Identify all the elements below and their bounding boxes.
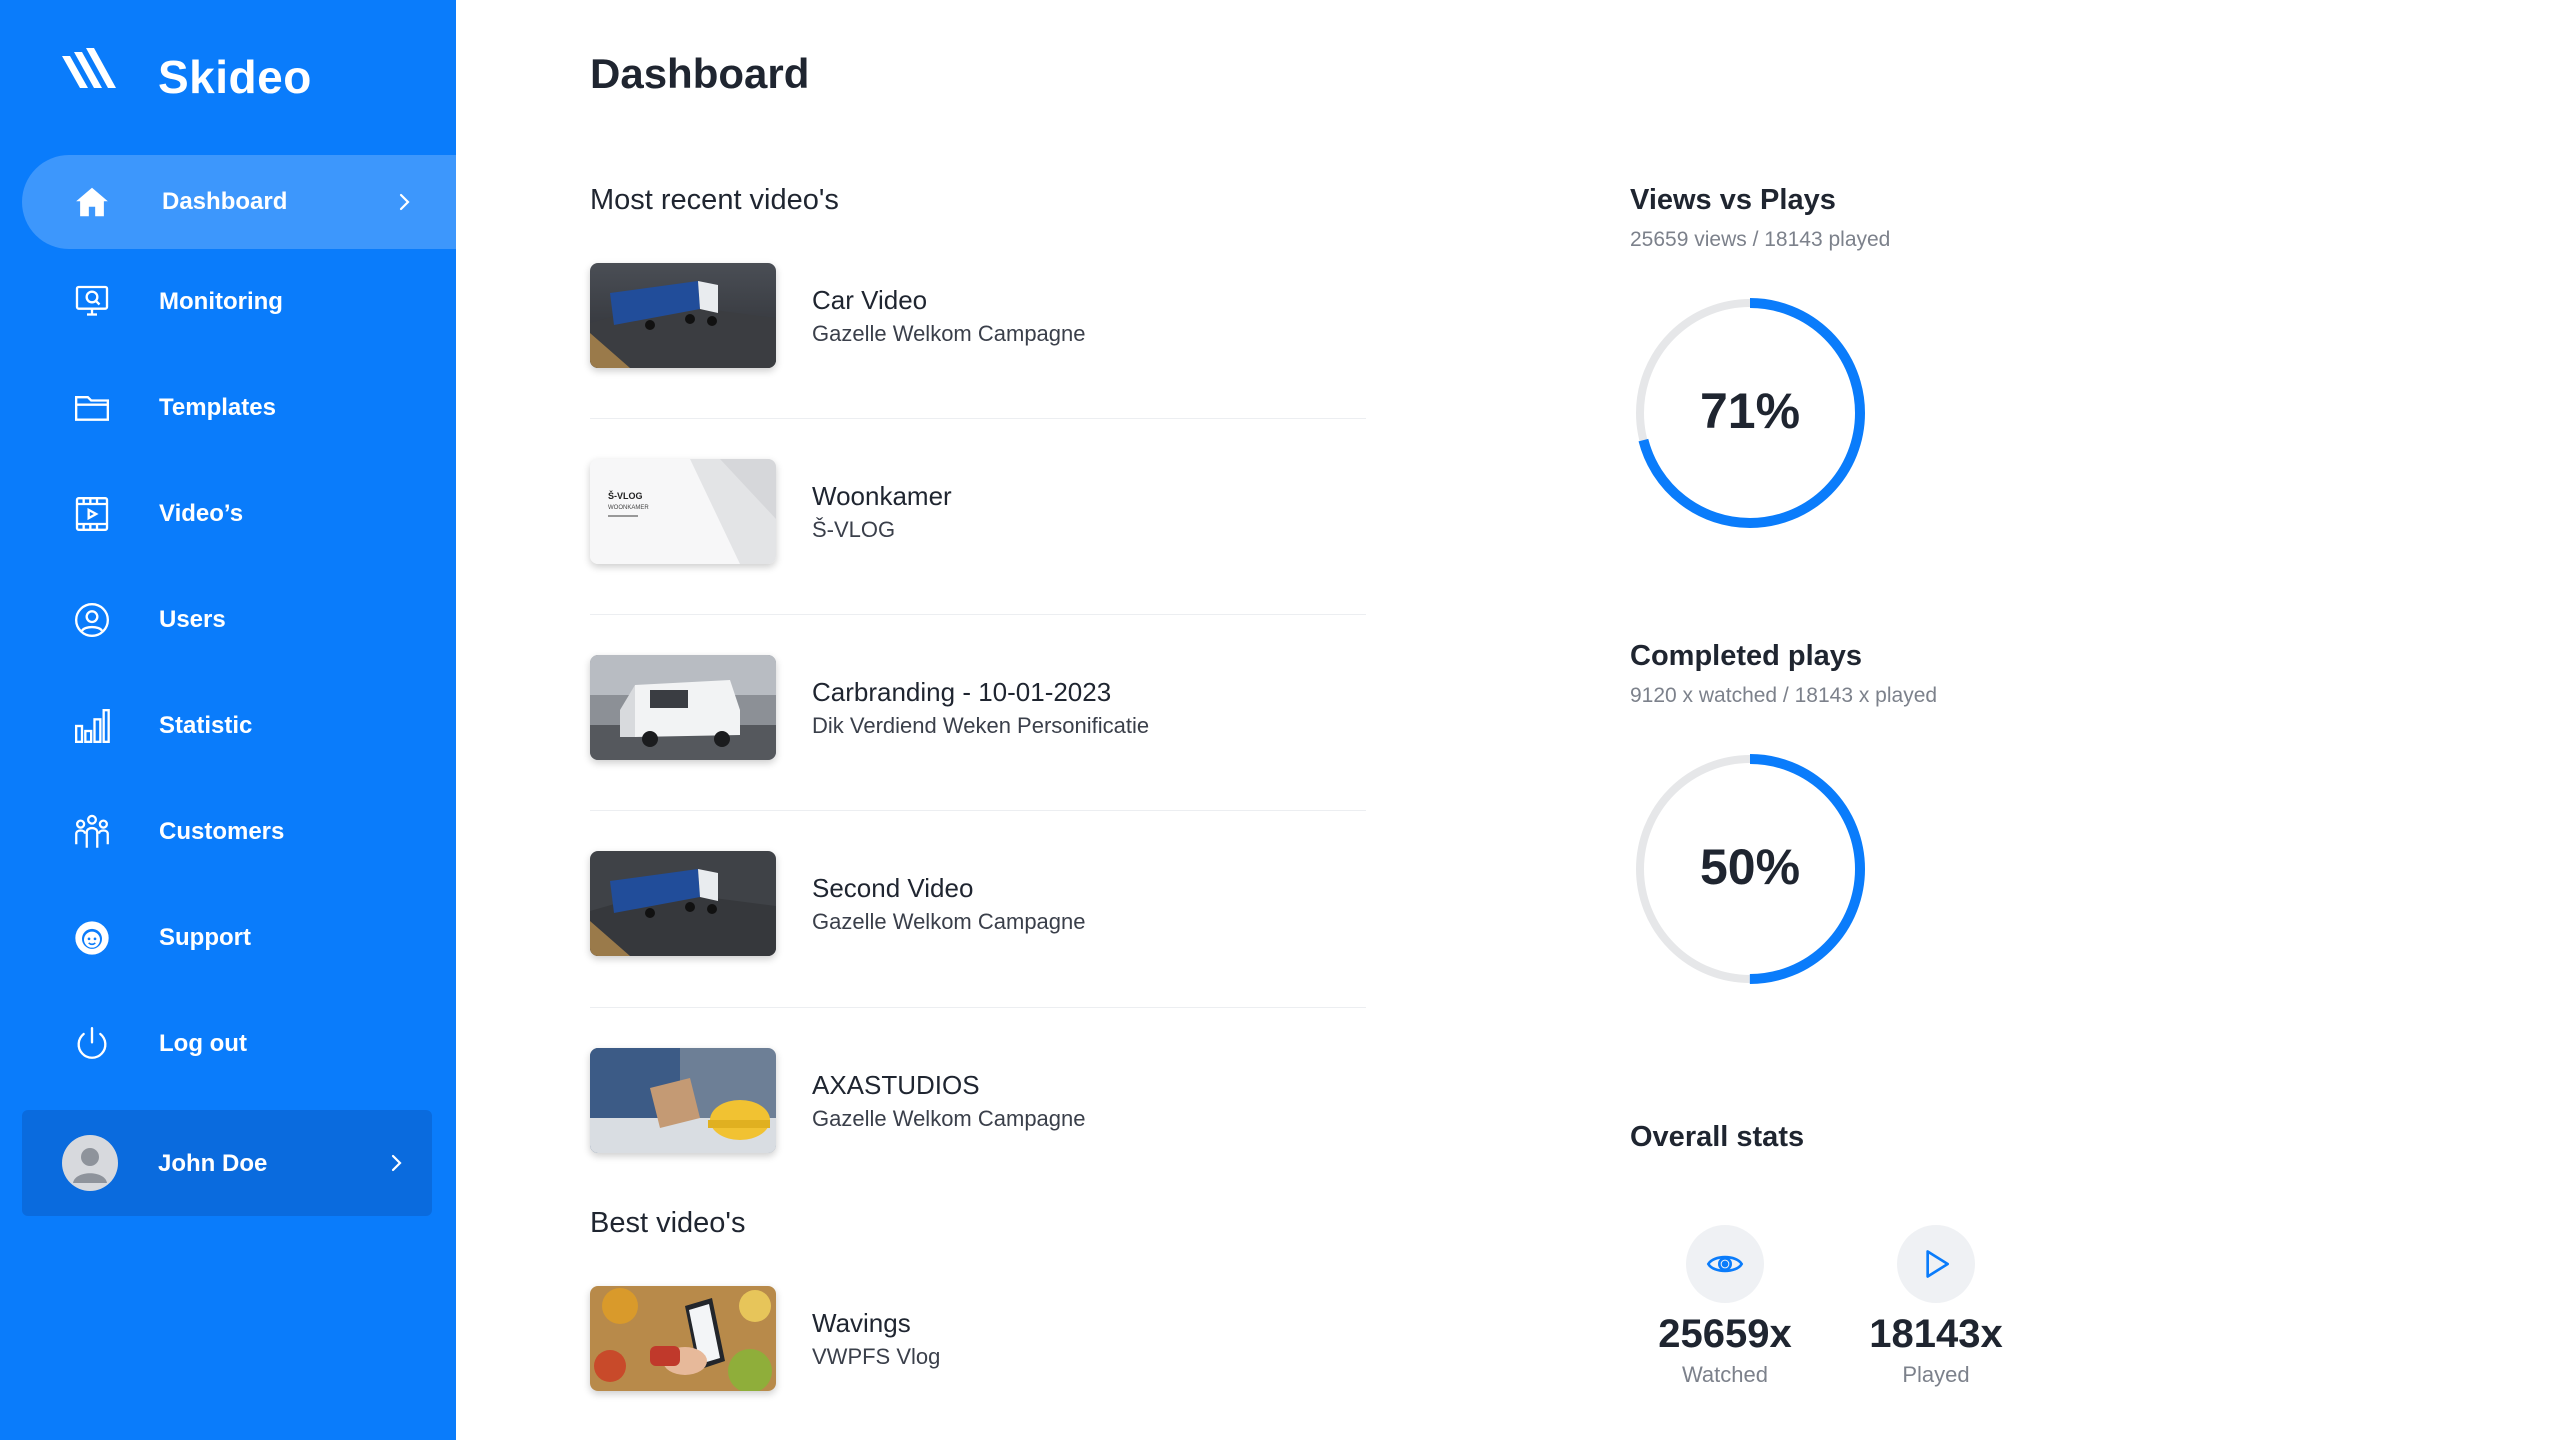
video-title: Woonkamer (812, 481, 952, 511)
support-agent-icon (70, 916, 114, 960)
sidebar-item-statistic[interactable]: Statistic (22, 679, 456, 773)
video-campaign: Gazelle Welkom Campagne (812, 321, 1086, 346)
eye-icon (1686, 1225, 1764, 1303)
watched-label: Watched (1681, 1362, 1768, 1387)
thumb-room-text: WOONKAMER (608, 505, 649, 511)
video-title: Carbranding - 10-01-2023 (812, 677, 1112, 707)
video-title: AXASTUDIOS (812, 1070, 980, 1100)
folder-icon (70, 386, 114, 430)
best-video-item[interactable]: Wavings VWPFS Vlog (590, 1286, 1370, 1436)
sidebar: Skideo Dashboard Monitoring Templates Vi… (0, 0, 456, 1440)
video-thumbnail (590, 851, 776, 956)
sidebar-item-label: Customers (159, 818, 285, 845)
recent-video-item[interactable]: AXASTUDIOS Gazelle Welkom Campagne (590, 1048, 1370, 1198)
power-icon (70, 1022, 114, 1066)
divider (590, 614, 1366, 615)
completed-plays-title: Completed plays (1630, 640, 1863, 672)
chevron-right-icon (399, 193, 410, 211)
best-videos-title: Best video's (590, 1207, 746, 1239)
played-label: Played (1902, 1362, 1970, 1387)
sidebar-item-customers[interactable]: Customers (22, 785, 456, 879)
sidebar-item-dashboard[interactable]: Dashboard (22, 155, 456, 249)
sidebar-item-label: Users (159, 606, 226, 633)
completed-plays-percent: 50% (1699, 839, 1801, 895)
sidebar-item-users[interactable]: Users (22, 573, 456, 667)
video-title: Second Video (812, 873, 974, 903)
video-campaign: Š-VLOG (812, 517, 896, 542)
video-thumbnail (590, 1286, 776, 1391)
overall-stats-title: Overall stats (1630, 1121, 1805, 1153)
chevron-right-icon (391, 1154, 402, 1172)
video-title: Car Video (812, 285, 928, 315)
video-campaign: VWPFS Vlog (812, 1344, 941, 1369)
recent-video-item[interactable]: Car Video Gazelle Welkom Campagne (590, 263, 1370, 413)
sidebar-item-label: Monitoring (159, 288, 283, 315)
brand-name: Skideo (158, 51, 312, 103)
sidebar-item-logout[interactable]: Log out (22, 997, 456, 1091)
sidebar-item-templates[interactable]: Templates (22, 361, 456, 455)
video-thumbnail (590, 1048, 776, 1153)
page-title: Dashboard (590, 50, 810, 97)
completed-plays-subtitle: 9120 x watched / 18143 x played (1630, 684, 1938, 707)
recent-video-item[interactable]: Second Video Gazelle Welkom Campagne (590, 851, 1370, 1001)
sidebar-item-support[interactable]: Support (22, 891, 456, 985)
customers-group-icon (70, 810, 114, 854)
user-name: John Doe (158, 1150, 268, 1177)
video-campaign: Gazelle Welkom Campagne (812, 1106, 1086, 1131)
sidebar-item-label: Video’s (159, 500, 244, 527)
sidebar-item-label: Dashboard (162, 188, 288, 215)
avatar-placeholder-icon (73, 1148, 107, 1183)
sidebar-item-label: Log out (159, 1030, 247, 1057)
views-vs-plays-subtitle: 25659 views / 18143 played (1630, 228, 1891, 251)
monitor-search-icon (70, 280, 114, 324)
recent-video-item[interactable]: Š-VLOG WOONKAMER Woonkamer Š-VLOG (590, 459, 1370, 609)
video-thumbnail: Š-VLOG WOONKAMER (590, 459, 776, 564)
video-campaign: Dik Verdiend Weken Personificatie (812, 713, 1150, 738)
video-campaign: Gazelle Welkom Campagne (812, 909, 1086, 934)
views-vs-plays-percent: 71% (1699, 383, 1801, 439)
divider (590, 418, 1366, 419)
bar-chart-icon (70, 704, 114, 748)
sidebar-item-videos[interactable]: Video’s (22, 467, 456, 561)
thumb-brand-text: Š-VLOG (608, 491, 643, 501)
video-title: Wavings (812, 1308, 911, 1338)
user-circle-icon (70, 598, 114, 642)
divider (590, 1007, 1366, 1008)
video-thumbnail (590, 655, 776, 760)
views-vs-plays-title: Views vs Plays (1630, 184, 1836, 216)
home-icon (70, 180, 114, 224)
recent-videos-title: Most recent video's (590, 184, 839, 216)
film-play-icon (70, 492, 114, 536)
sidebar-item-label: Support (159, 924, 251, 951)
avatar (62, 1135, 118, 1191)
video-thumbnail (590, 263, 776, 368)
sidebar-item-label: Statistic (159, 712, 253, 739)
sidebar-item-monitoring[interactable]: Monitoring (22, 255, 456, 349)
watched-count: 25659x (1658, 1312, 1792, 1356)
user-menu[interactable]: John Doe (22, 1110, 432, 1216)
played-count: 18143x (1869, 1312, 2003, 1356)
skideo-logo-icon (62, 48, 116, 88)
recent-video-item[interactable]: Carbranding - 10-01-2023 Dik Verdiend We… (590, 655, 1370, 805)
sidebar-item-label: Templates (159, 394, 276, 421)
divider (590, 810, 1366, 811)
play-icon (1897, 1225, 1975, 1303)
brand[interactable]: Skideo (62, 48, 311, 103)
